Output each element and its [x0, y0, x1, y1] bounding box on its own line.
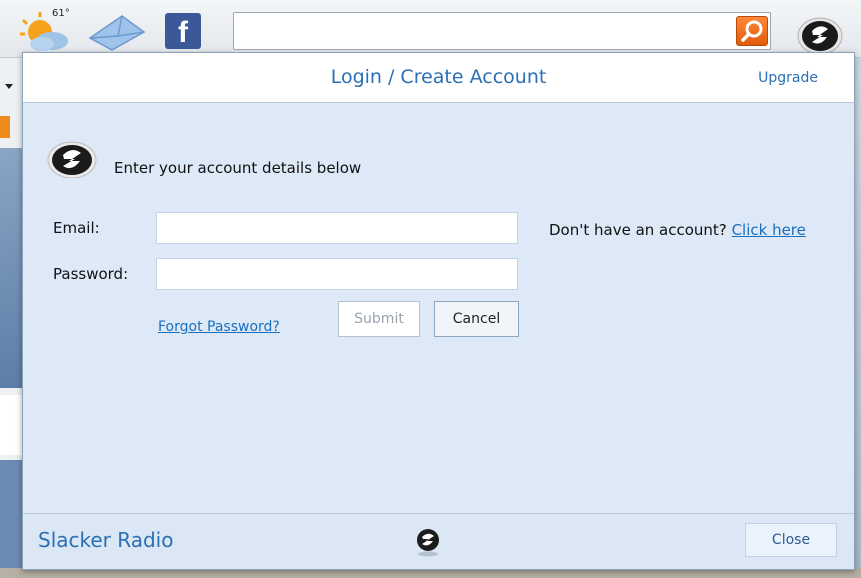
facebook-icon[interactable]: f [165, 13, 201, 49]
password-label: Password: [53, 265, 129, 283]
background-blue-panel-lower [0, 460, 22, 570]
submit-button[interactable]: Submit [338, 301, 420, 337]
slacker-logo-icon [417, 529, 439, 557]
background-white-panel [0, 395, 22, 455]
facebook-glyph: f [178, 16, 188, 49]
slacker-logo-icon[interactable] [793, 14, 847, 56]
email-field[interactable] [156, 212, 518, 244]
no-account-text: Don't have an account? [549, 221, 727, 239]
forgot-password-link[interactable]: Forgot Password? [158, 319, 280, 335]
intro-text: Enter your account details below [114, 159, 362, 177]
search-button[interactable] [736, 16, 768, 46]
cancel-button[interactable]: Cancel [434, 301, 519, 337]
toolbar-search-input[interactable] [233, 12, 771, 50]
email-label: Email: [53, 219, 100, 237]
background-blue-panel [0, 148, 22, 388]
click-here-link[interactable]: Click here [732, 221, 806, 239]
weather-temperature: 61° [52, 8, 70, 19]
create-account-prompt: Don't have an account? Click here [549, 221, 806, 239]
envelope-icon[interactable] [86, 12, 148, 52]
login-dialog: Login / Create Account Upgrade Enter you… [22, 52, 855, 570]
background-orange-badge [0, 116, 10, 138]
close-button[interactable]: Close [745, 523, 837, 557]
dropdown-arrow-icon[interactable] [5, 84, 13, 89]
dialog-header: Login / Create Account Upgrade [23, 53, 854, 103]
dialog-footer: Slacker Radio Close [23, 513, 854, 569]
background-page-right [855, 58, 861, 578]
slacker-logo-icon [47, 141, 97, 178]
footer-brand: Slacker Radio [38, 528, 174, 552]
upgrade-link[interactable]: Upgrade [758, 70, 818, 86]
dialog-title: Login / Create Account [330, 66, 547, 88]
magnifier-icon [741, 20, 763, 42]
password-field[interactable] [156, 258, 518, 290]
browser-toolbar: 61° f [0, 0, 861, 58]
